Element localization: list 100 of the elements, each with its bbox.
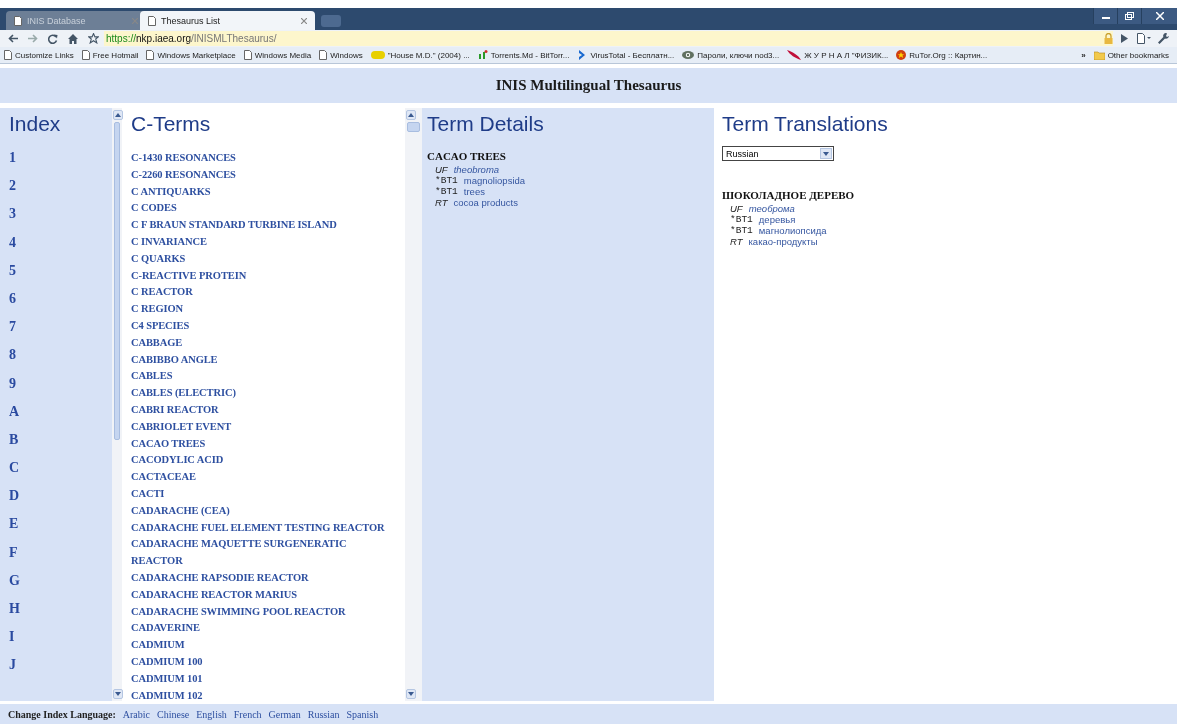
back-icon[interactable] [8, 34, 18, 43]
minimize-button[interactable] [1093, 8, 1117, 24]
scroll-down-icon[interactable] [823, 151, 829, 156]
related-term-link[interactable]: деревья [758, 214, 796, 225]
index-link[interactable]: 1 [9, 150, 16, 179]
bookmarks-overflow-button[interactable]: » [1081, 50, 1086, 60]
term-link[interactable]: C INVARIANCE [131, 234, 207, 251]
index-link[interactable]: 2 [9, 178, 16, 207]
term-link[interactable]: CADARACHE MAQUETTE SURGENERATIC REACTOR [131, 536, 393, 570]
index-link[interactable]: 9 [9, 375, 16, 404]
term-link[interactable]: CABRI REACTOR [131, 401, 219, 419]
language-link[interactable]: Russian [307, 708, 340, 720]
index-link[interactable]: C [9, 460, 20, 489]
page-menu-icon[interactable] [1137, 33, 1151, 44]
term-link[interactable]: CABLES [131, 368, 173, 386]
index-link[interactable]: 3 [9, 206, 16, 235]
index-link[interactable]: I [9, 629, 15, 658]
index-link[interactable]: G [9, 572, 20, 601]
bookmark-link[interactable]: Windows [319, 50, 363, 60]
term-link[interactable]: CABBAGE [131, 334, 183, 352]
term-link[interactable]: C-REACTIVE PROTEIN [131, 267, 247, 285]
index-link[interactable]: 5 [9, 262, 16, 291]
term-link[interactable]: C REACTOR [131, 284, 193, 302]
bookmark-link[interactable]: "House M.D." (2004) ... [370, 50, 470, 60]
index-link[interactable]: E [9, 516, 19, 545]
index-link[interactable]: 6 [9, 290, 16, 320]
reload-icon[interactable] [48, 33, 58, 44]
term-link[interactable]: C F BRAUN STANDARD TURBINE ISLAND [131, 217, 337, 234]
related-term-link[interactable]: trees [463, 186, 485, 197]
index-link[interactable]: 7 [9, 319, 16, 348]
close-window-button[interactable] [1141, 8, 1177, 24]
language-link[interactable]: Arabic [122, 708, 151, 720]
term-link[interactable]: CADARACHE RAPSODIE REACTOR [131, 569, 309, 587]
scrollbar[interactable] [112, 108, 122, 701]
related-term-link[interactable]: магнолиопсида [758, 225, 827, 236]
wrench-icon[interactable] [1158, 33, 1170, 44]
related-term-link[interactable]: теоброма [748, 203, 795, 214]
language-link[interactable]: French [233, 708, 262, 720]
term-link[interactable]: CACODYLIC ACID [131, 452, 224, 470]
address-bar[interactable]: https://nkp.iaea.org/INISMLThesaurus/ [104, 31, 1113, 46]
related-term-link[interactable]: какао-продукты [748, 236, 818, 247]
star-icon[interactable] [87, 33, 99, 44]
term-link[interactable]: CADARACHE (CEA) [131, 502, 230, 520]
term-link[interactable]: CADMIUM 102 [131, 687, 203, 701]
term-link[interactable]: CADARACHE SWIMMING POOL REACTOR [131, 603, 346, 621]
term-link[interactable]: CABIBBO ANGLE [131, 351, 218, 369]
close-icon[interactable] [301, 17, 307, 24]
index-link[interactable]: F [9, 544, 18, 573]
scroll-down-icon[interactable] [115, 692, 121, 696]
bookmark-link[interactable]: Windows Marketplace [146, 50, 236, 60]
scroll-up-icon[interactable] [115, 113, 121, 117]
term-link[interactable]: CADARACHE REACTOR MARIUS [131, 586, 297, 604]
term-link[interactable]: CACTACEAE [131, 469, 196, 486]
bookmark-link[interactable]: Пароли, ключи nod3... [682, 50, 780, 60]
term-link[interactable]: CADARACHE FUEL ELEMENT TESTING REACTOR [131, 519, 385, 537]
term-link[interactable]: C QUARKS [131, 250, 186, 268]
language-link[interactable]: Chinese [157, 708, 190, 720]
language-link[interactable]: German [268, 708, 301, 720]
language-link[interactable]: Spanish [346, 708, 379, 720]
term-link[interactable]: CADAVERINE [131, 620, 200, 638]
bookmark-link[interactable]: RuTor.Org :: Картин... [896, 50, 988, 60]
term-link[interactable]: CADMIUM 100 [131, 653, 203, 671]
term-link[interactable]: C4 SPECIES [131, 317, 190, 335]
bookmark-link[interactable]: Torrents.Md - BitTorr... [477, 50, 570, 60]
language-link[interactable]: English [196, 708, 227, 720]
term-link[interactable]: CABRIOLET EVENT [131, 418, 232, 436]
scrollbar[interactable] [405, 108, 422, 701]
related-term-link[interactable]: magnoliopsida [463, 175, 526, 186]
index-link[interactable]: H [9, 601, 20, 630]
bookmark-link[interactable]: Ж У Р Н А Л "ФИЗИК... [787, 50, 889, 60]
index-link[interactable]: B [9, 431, 19, 461]
browser-tab[interactable]: Thesaurus List [140, 11, 315, 30]
other-bookmarks-folder[interactable]: Other bookmarks [1093, 50, 1169, 60]
related-term-link[interactable]: cocoa products [453, 197, 518, 208]
scroll-down-icon[interactable] [408, 692, 414, 696]
index-link[interactable]: A [9, 403, 20, 432]
scrollbar-thumb[interactable] [407, 122, 420, 132]
index-link[interactable]: J [9, 657, 16, 686]
term-link[interactable]: CACTI [131, 485, 165, 503]
restore-button[interactable] [1117, 8, 1141, 24]
term-link[interactable]: C CODES [131, 200, 177, 218]
scrollbar-thumb[interactable] [114, 122, 120, 440]
index-link[interactable]: D [9, 488, 20, 517]
term-link[interactable]: C-2260 RESONANCES [131, 166, 236, 184]
bookmark-link[interactable]: Customize Links [4, 50, 74, 60]
term-link[interactable]: CADMIUM 101 [131, 670, 203, 688]
term-link[interactable]: C-1430 RESONANCES [131, 150, 236, 167]
term-link[interactable]: CABLES (ELECTRIC) [131, 385, 236, 402]
bookmark-link[interactable]: Free Hotmail [81, 50, 139, 60]
play-icon[interactable] [1120, 34, 1128, 43]
index-link[interactable]: 4 [9, 234, 16, 263]
term-link[interactable]: C REGION [131, 301, 183, 318]
bookmark-link[interactable]: VirusTotal - Бесплатн... [577, 50, 675, 60]
term-link[interactable]: CADMIUM [131, 637, 185, 654]
bookmark-link[interactable]: Windows Media [243, 50, 312, 60]
index-link[interactable]: 8 [9, 347, 16, 376]
scroll-up-icon[interactable] [408, 113, 414, 117]
home-icon[interactable] [68, 33, 78, 44]
related-term-link[interactable]: theobroma [453, 164, 500, 175]
term-link[interactable]: C ANTIQUARKS [131, 183, 211, 201]
